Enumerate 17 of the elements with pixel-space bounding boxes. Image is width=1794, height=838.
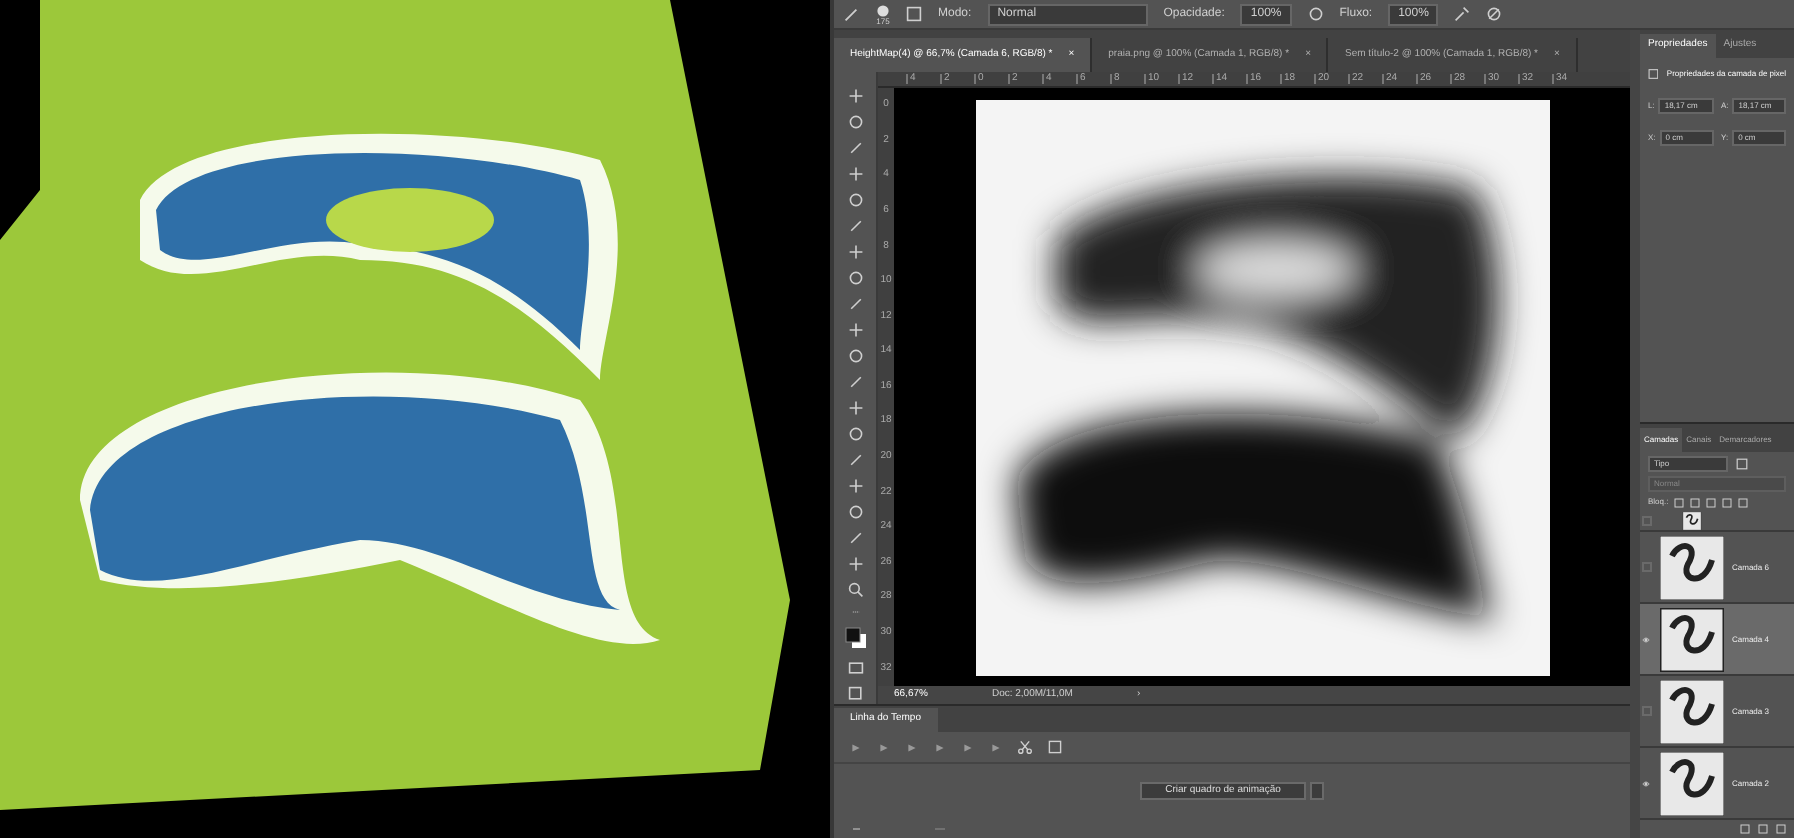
scissors-icon[interactable] xyxy=(1018,740,1032,754)
visibility-toggle[interactable] xyxy=(1642,706,1652,716)
visibility-toggle[interactable] xyxy=(1642,516,1652,526)
layer-thumbnail xyxy=(1660,751,1724,815)
play-icon[interactable] xyxy=(906,741,918,753)
layer-thumbnail xyxy=(1660,679,1724,743)
zoom-tool-icon[interactable] xyxy=(847,582,863,598)
visibility-toggle[interactable] xyxy=(1642,562,1652,572)
layer-row[interactable] xyxy=(1640,512,1794,532)
move-tool-icon[interactable] xyxy=(847,88,863,104)
brush-preset-icon[interactable] xyxy=(876,3,890,17)
eye-icon[interactable] xyxy=(1640,779,1652,787)
dropdown-button[interactable] xyxy=(1310,782,1325,800)
color-swatches-icon[interactable] xyxy=(843,626,867,650)
layer-thumbnail xyxy=(1660,607,1724,671)
eye-icon[interactable] xyxy=(1640,635,1652,643)
layer-thumbnail xyxy=(1660,535,1724,599)
